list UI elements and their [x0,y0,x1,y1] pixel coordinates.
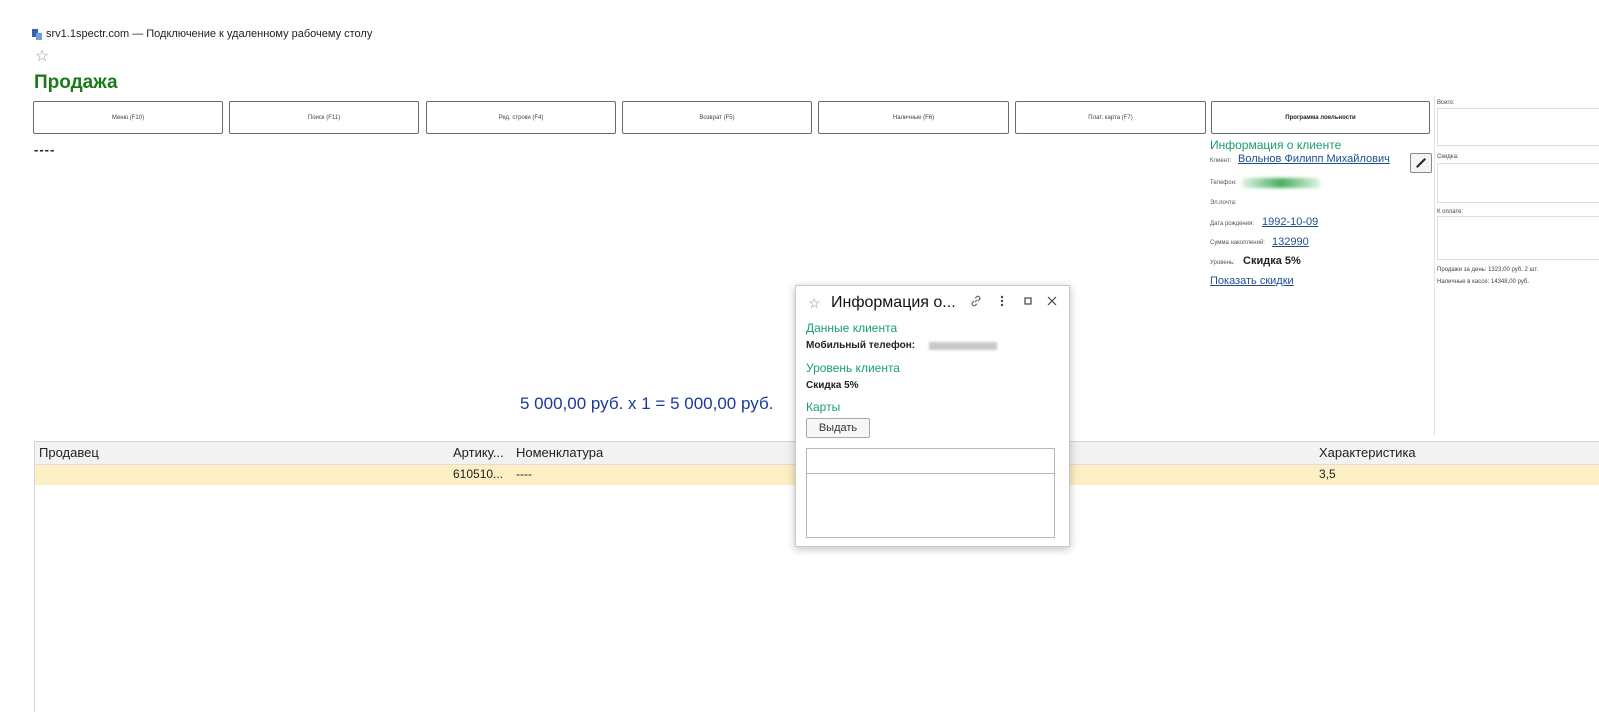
email-label: Эл.почта: [1210,200,1237,206]
accumulated-sum-label: Сумма накоплений: [1210,240,1265,246]
link-icon[interactable] [970,295,982,310]
issue-card-button[interactable]: Выдать [806,418,870,438]
birth-date-link[interactable]: 1992-10-09 [1262,216,1318,228]
column-header-nomenclature[interactable]: Номенклатура [516,445,603,460]
price-calculation: 5 000,00 руб. х 1 = 5 000,00 руб. [520,394,774,413]
discount-field [1437,163,1599,203]
to-pay-field [1437,216,1599,260]
product-name-placeholder: ---- [34,142,56,157]
level-label: Уровень: [1210,260,1235,266]
client-label: Клиент: [1210,158,1232,164]
cards-list-header [807,449,1054,474]
cell-nomenclature: ---- [516,467,532,481]
birth-date-label: Дата рождения: [1210,221,1254,227]
to-pay-label: К оплате: [1437,209,1464,215]
blurred-phone-value [1241,178,1321,188]
column-header-seller[interactable]: Продавец [39,445,99,460]
client-data-title: Данные клиента [806,321,898,335]
discount-label: Скидка: [1437,154,1459,160]
phone-label: Телефон: [1210,180,1237,186]
cards-list[interactable] [806,448,1055,538]
page-title: Продажа [34,72,118,93]
edit-row-button[interactable]: Ред. строки (F4) [426,101,616,134]
popup-title: Информация о... [831,294,956,311]
accumulated-sum-link[interactable]: 132990 [1272,236,1309,248]
mobile-phone-label: Мобильный телефон: [806,340,916,351]
card-payment-button[interactable]: Плат. карта (F7) [1015,101,1206,134]
edit-client-button[interactable] [1410,153,1432,173]
show-discounts-link[interactable]: Показать скидки [1210,275,1294,287]
level-value: Скидка 5% [1243,255,1301,267]
remote-desktop-icon [32,28,42,40]
client-info-popup: ☆ Информация о... Данные клиента Мобильн… [795,285,1070,547]
maximize-icon[interactable] [1023,295,1033,309]
brush-icon [1416,158,1426,168]
cell-article: 610510... [453,467,504,481]
loyalty-program-button[interactable]: Программа лояльности [1211,101,1430,134]
window-title: srv1.1spectr.com — Подключение к удаленн… [46,28,373,40]
totals-column-divider [1434,96,1435,436]
window-title-bar: srv1.1spectr.com — Подключение к удаленн… [32,28,372,40]
cards-title: Карты [806,400,841,414]
column-header-article[interactable]: Артику... [453,445,504,460]
cash-in-register: Наличные в кассе: 14348,00 руб. [1437,279,1530,285]
total-label: Всего: [1437,100,1455,106]
close-icon[interactable] [1047,295,1057,309]
client-name-link[interactable]: Вольнов Филипп Михайлович [1238,153,1390,165]
client-info-title: Информация о клиенте [1210,138,1342,152]
sales-per-day: Продажи за день: 1323,00 руб. 2 шт. [1437,267,1539,273]
client-level-title: Уровень клиента [806,361,900,375]
client-level-value: Скидка 5% [806,380,859,391]
blurred-mobile-value [929,342,997,350]
cell-characteristic: 3,5 [1319,467,1336,481]
cash-button[interactable]: Наличные (F6) [818,101,1009,134]
menu-button[interactable]: Меню (F10) [33,101,223,134]
popup-favorite-star-icon[interactable]: ☆ [808,295,821,312]
total-field [1437,108,1599,146]
column-header-characteristic[interactable]: Характеристика [1319,445,1416,460]
more-menu-icon[interactable] [1000,295,1004,310]
return-button[interactable]: Возврат (F5) [622,101,812,134]
search-button[interactable]: Поиск (F11) [229,101,419,134]
favorite-star-icon[interactable]: ☆ [35,48,49,66]
